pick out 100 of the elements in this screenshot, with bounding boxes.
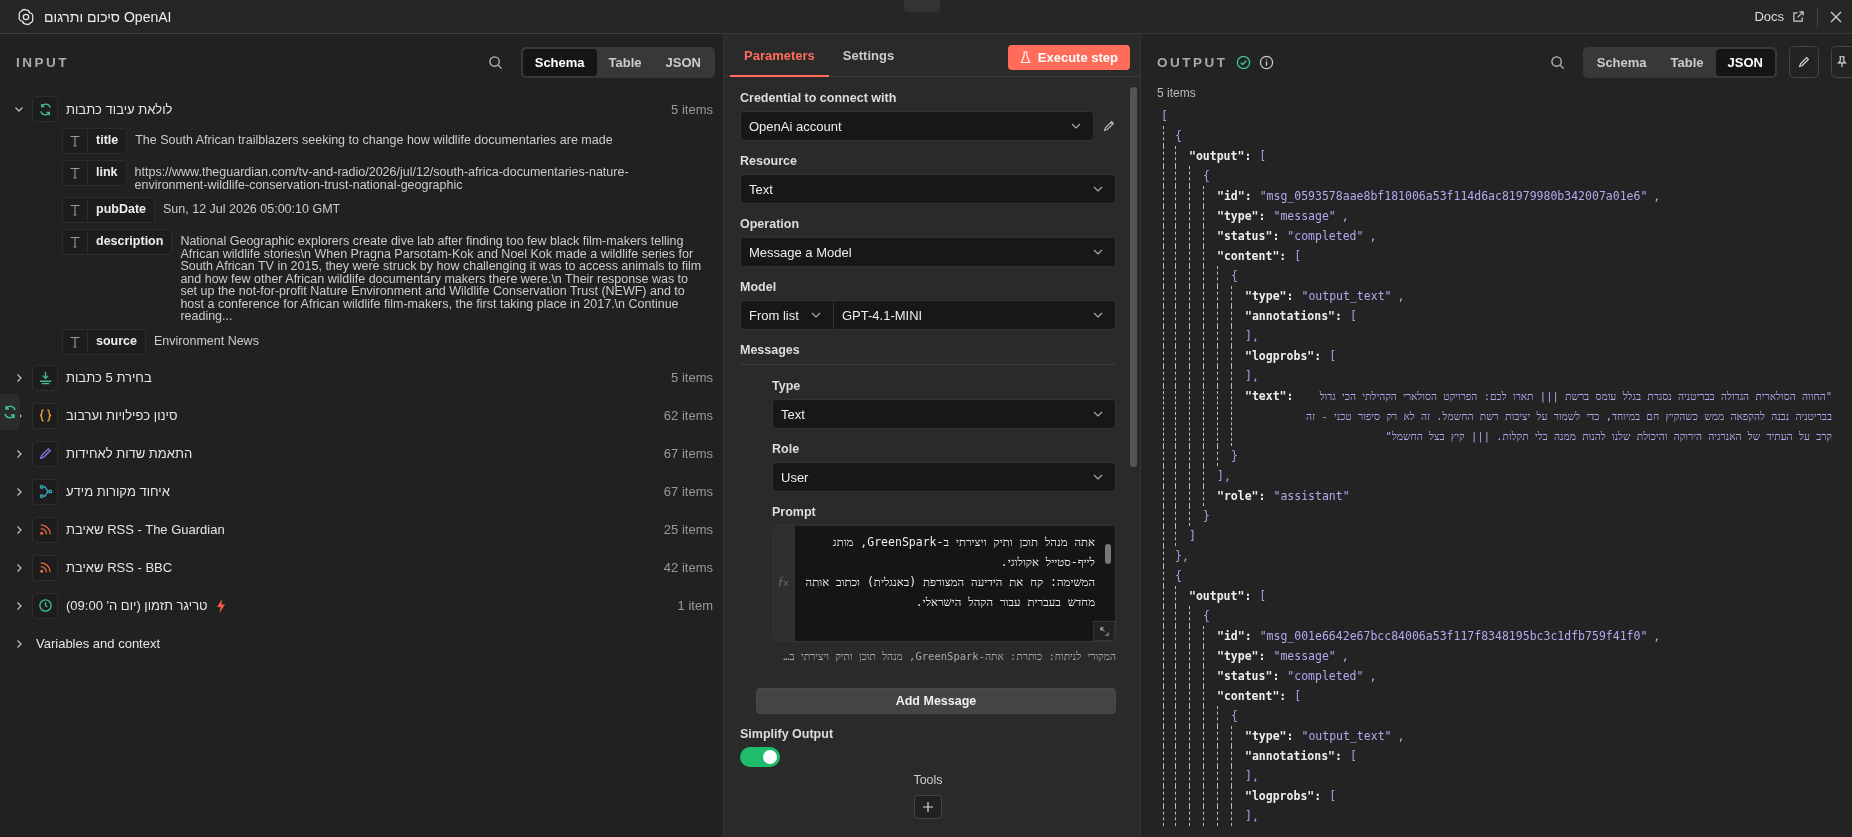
pin-icon <box>1835 55 1849 69</box>
view-tab[interactable]: JSON <box>1715 48 1775 76</box>
chevron-icon[interactable] <box>14 448 24 459</box>
field-label: Resource <box>740 154 798 168</box>
node-name[interactable]: טריגר תזמון (יום ה' 09:00) <box>66 598 208 613</box>
field-value: https://www.theguardian.com/tv-and-radio/2026/jul/12/south-africa-documentaries-nature-environment-wildlife-conservation-trust-national-geographic <box>133 164 630 191</box>
field-label: Type <box>772 379 802 393</box>
scrollbar[interactable] <box>1130 87 1137 467</box>
resource-select[interactable]: Text <box>740 174 1116 204</box>
json-key: "content": <box>1217 686 1287 706</box>
item-count: 1 item <box>677 598 713 613</box>
model-select[interactable]: GPT-4.1-MINI <box>834 300 1116 330</box>
type-select[interactable]: Text <box>772 399 1116 429</box>
refresh-button[interactable] <box>0 394 20 430</box>
item-count: 67 items <box>663 446 713 461</box>
search-icon[interactable] <box>1549 54 1565 70</box>
pencil-icon[interactable] <box>1102 119 1116 133</box>
view-tab[interactable]: Schema <box>1584 48 1659 76</box>
json-key: "logprobs": <box>1245 786 1322 806</box>
merge-icon <box>32 478 58 505</box>
field-label: Credential to connect with <box>740 91 898 105</box>
prompt-editor[interactable]: אתה מנהל תוכן ותיק ויצירתי ב-GreenSpark, מותג לייף-סטייל אקולוגי. המשימה: קח את הידיעה המצורפת (באנגלית) וכתוב אותה מחדש בעברית עבור הקהל הישראלי. <box>772 525 1116 642</box>
view-tab[interactable]: Schema <box>522 48 597 76</box>
json-bracket: [ <box>1349 308 1357 325</box>
json-bracket: { <box>1175 128 1182 145</box>
tools-label: Tools <box>912 773 944 787</box>
download-icon <box>32 364 58 391</box>
field-label: Prompt <box>772 505 817 519</box>
chevron-icon[interactable] <box>14 486 24 497</box>
info-icon[interactable] <box>1258 54 1274 70</box>
mode-select[interactable]: From list <box>740 300 834 330</box>
json-key: "type": <box>1217 646 1266 666</box>
json-value: "completed" <box>1287 668 1364 685</box>
docs-link[interactable]: Docs <box>1754 9 1784 24</box>
close-icon[interactable] <box>1830 10 1842 23</box>
refresh-icon <box>32 96 58 122</box>
chevron-icon[interactable] <box>14 600 24 611</box>
credential-select[interactable]: OpenAi account <box>740 111 1094 141</box>
json-bracket: ], <box>1245 768 1259 785</box>
json-value: "assistant" <box>1273 488 1350 505</box>
scrollbar[interactable] <box>1105 544 1111 564</box>
chevron-icon[interactable] <box>14 524 24 535</box>
json-key: "annotations": <box>1245 306 1342 326</box>
json-bracket: { <box>1203 168 1210 185</box>
node-name[interactable]: איחוד מקורות מידע <box>66 484 170 499</box>
node-name[interactable]: בחירת 5 כתבות <box>66 370 152 385</box>
json-value: "output_text" <box>1301 288 1392 305</box>
json-bracket: [ <box>1161 108 1168 125</box>
node-name[interactable]: Variables and context <box>36 636 161 651</box>
text-type-icon <box>62 328 87 355</box>
json-value: "החווה הסולארית הגדולה בבריטניה נסגרת בגלל עומס ברשת ||| תארו לכם: הפרויקט הסולארי הקהילתי הכי גדול בבריטניה נבנה להקפאה ממש כשהקיץ חם במיוחד, כדי לשמור על יציבות רשת החשמל. זה לא רק סיפור טכני - זה קרב על העתיד של האנרגיה הירוקה והיכולת שלנו להנות ממנה בלי תקלות. ||| קיץ בצל החשמל" <box>1305 389 1832 445</box>
chevron-down-icon <box>1093 411 1103 417</box>
field-value: National Geographic explorers create dive lab after finding too few black film-makers telling African wildlife stories\n When Pragna Parsotam-Kok and Noel Kok made a wildlife series for South African TV in 2015, they were struck by how challenging it was to access animals to film and how few other African wildlife documentary makers there were.\n Their response was to set up the not-for-profit Nature Environment and Wildlife Conservation Trust (NEWF) and to host a conference for African wildlife film-makers, the first taking place in 2017.\n Continue reading... <box>179 233 703 323</box>
item-count: 5 items <box>671 370 713 385</box>
clock-icon <box>32 592 58 619</box>
prompt-line: אתה מנהל תוכן ותיק ויצירתי ב-GreenSpark, מותג לייף-סטייל אקולוגי. <box>831 534 1095 571</box>
window-title: סיכום ותרגום OpenAI <box>44 8 172 25</box>
toggle-switch[interactable] <box>740 747 780 767</box>
edit-button[interactable] <box>1789 46 1819 78</box>
chevron-icon[interactable] <box>14 638 24 649</box>
json-comma: , <box>1369 668 1377 685</box>
json-key: "content": <box>1217 246 1287 266</box>
node-name[interactable]: סינון כפילויות וערבוב <box>66 408 178 423</box>
role-select[interactable]: User <box>772 462 1116 492</box>
chevron-icon[interactable] <box>14 104 24 114</box>
json-bracket: [ <box>1329 348 1337 365</box>
add-tool-icon[interactable] <box>914 795 942 819</box>
node-name[interactable]: שאיבת RSS - BBC <box>66 560 173 575</box>
chevron-down-icon <box>1093 249 1103 255</box>
text-type-icon <box>62 160 87 186</box>
add-message-button[interactable]: Add Message <box>756 688 1116 714</box>
view-tab[interactable]: Table <box>596 48 654 76</box>
operation-select[interactable]: Message a Model <box>740 237 1116 267</box>
json-comma: , <box>1653 188 1661 205</box>
json-value: "completed" <box>1287 228 1364 245</box>
node-name[interactable]: התאמת שדות לאחידות <box>66 446 193 461</box>
json-bracket: [ <box>1329 788 1337 805</box>
view-tab[interactable]: Table <box>1658 48 1716 76</box>
refresh-icon <box>2 404 18 420</box>
json-key: "id": <box>1217 186 1252 206</box>
panel-tab[interactable]: Parameters <box>730 37 829 77</box>
node-name[interactable]: לולאת עיבוד כתבות <box>66 101 173 117</box>
json-bracket: } <box>1203 508 1210 525</box>
search-icon[interactable] <box>487 54 503 70</box>
external-link-icon <box>1792 10 1805 23</box>
node-name[interactable]: שאיבת RSS - The Guardian <box>66 522 225 537</box>
json-key: "logprobs": <box>1245 346 1322 366</box>
json-value: "msg_001e6642e67bcc84006a53f117f8348195bc3c1dfb759f41f0" <box>1259 628 1648 645</box>
pencil-icon <box>1797 55 1811 69</box>
chevron-icon[interactable] <box>14 372 24 383</box>
panel-tab[interactable]: Settings <box>828 37 909 77</box>
expand-icon[interactable] <box>1093 621 1115 641</box>
chevron-icon[interactable] <box>14 562 24 573</box>
pin-button[interactable] <box>1831 46 1852 78</box>
view-tab[interactable]: JSON <box>653 48 713 76</box>
prompt-preview: המקורי לניתוח: כותרת: אתה-GreenSpark, מנהל תוכן ותיק ויצירתי ב… <box>782 650 1116 662</box>
json-key: "type": <box>1245 286 1294 306</box>
json-bracket: } <box>1231 448 1238 465</box>
json-comma: , <box>1341 648 1349 665</box>
json-key: "status": <box>1217 226 1280 246</box>
